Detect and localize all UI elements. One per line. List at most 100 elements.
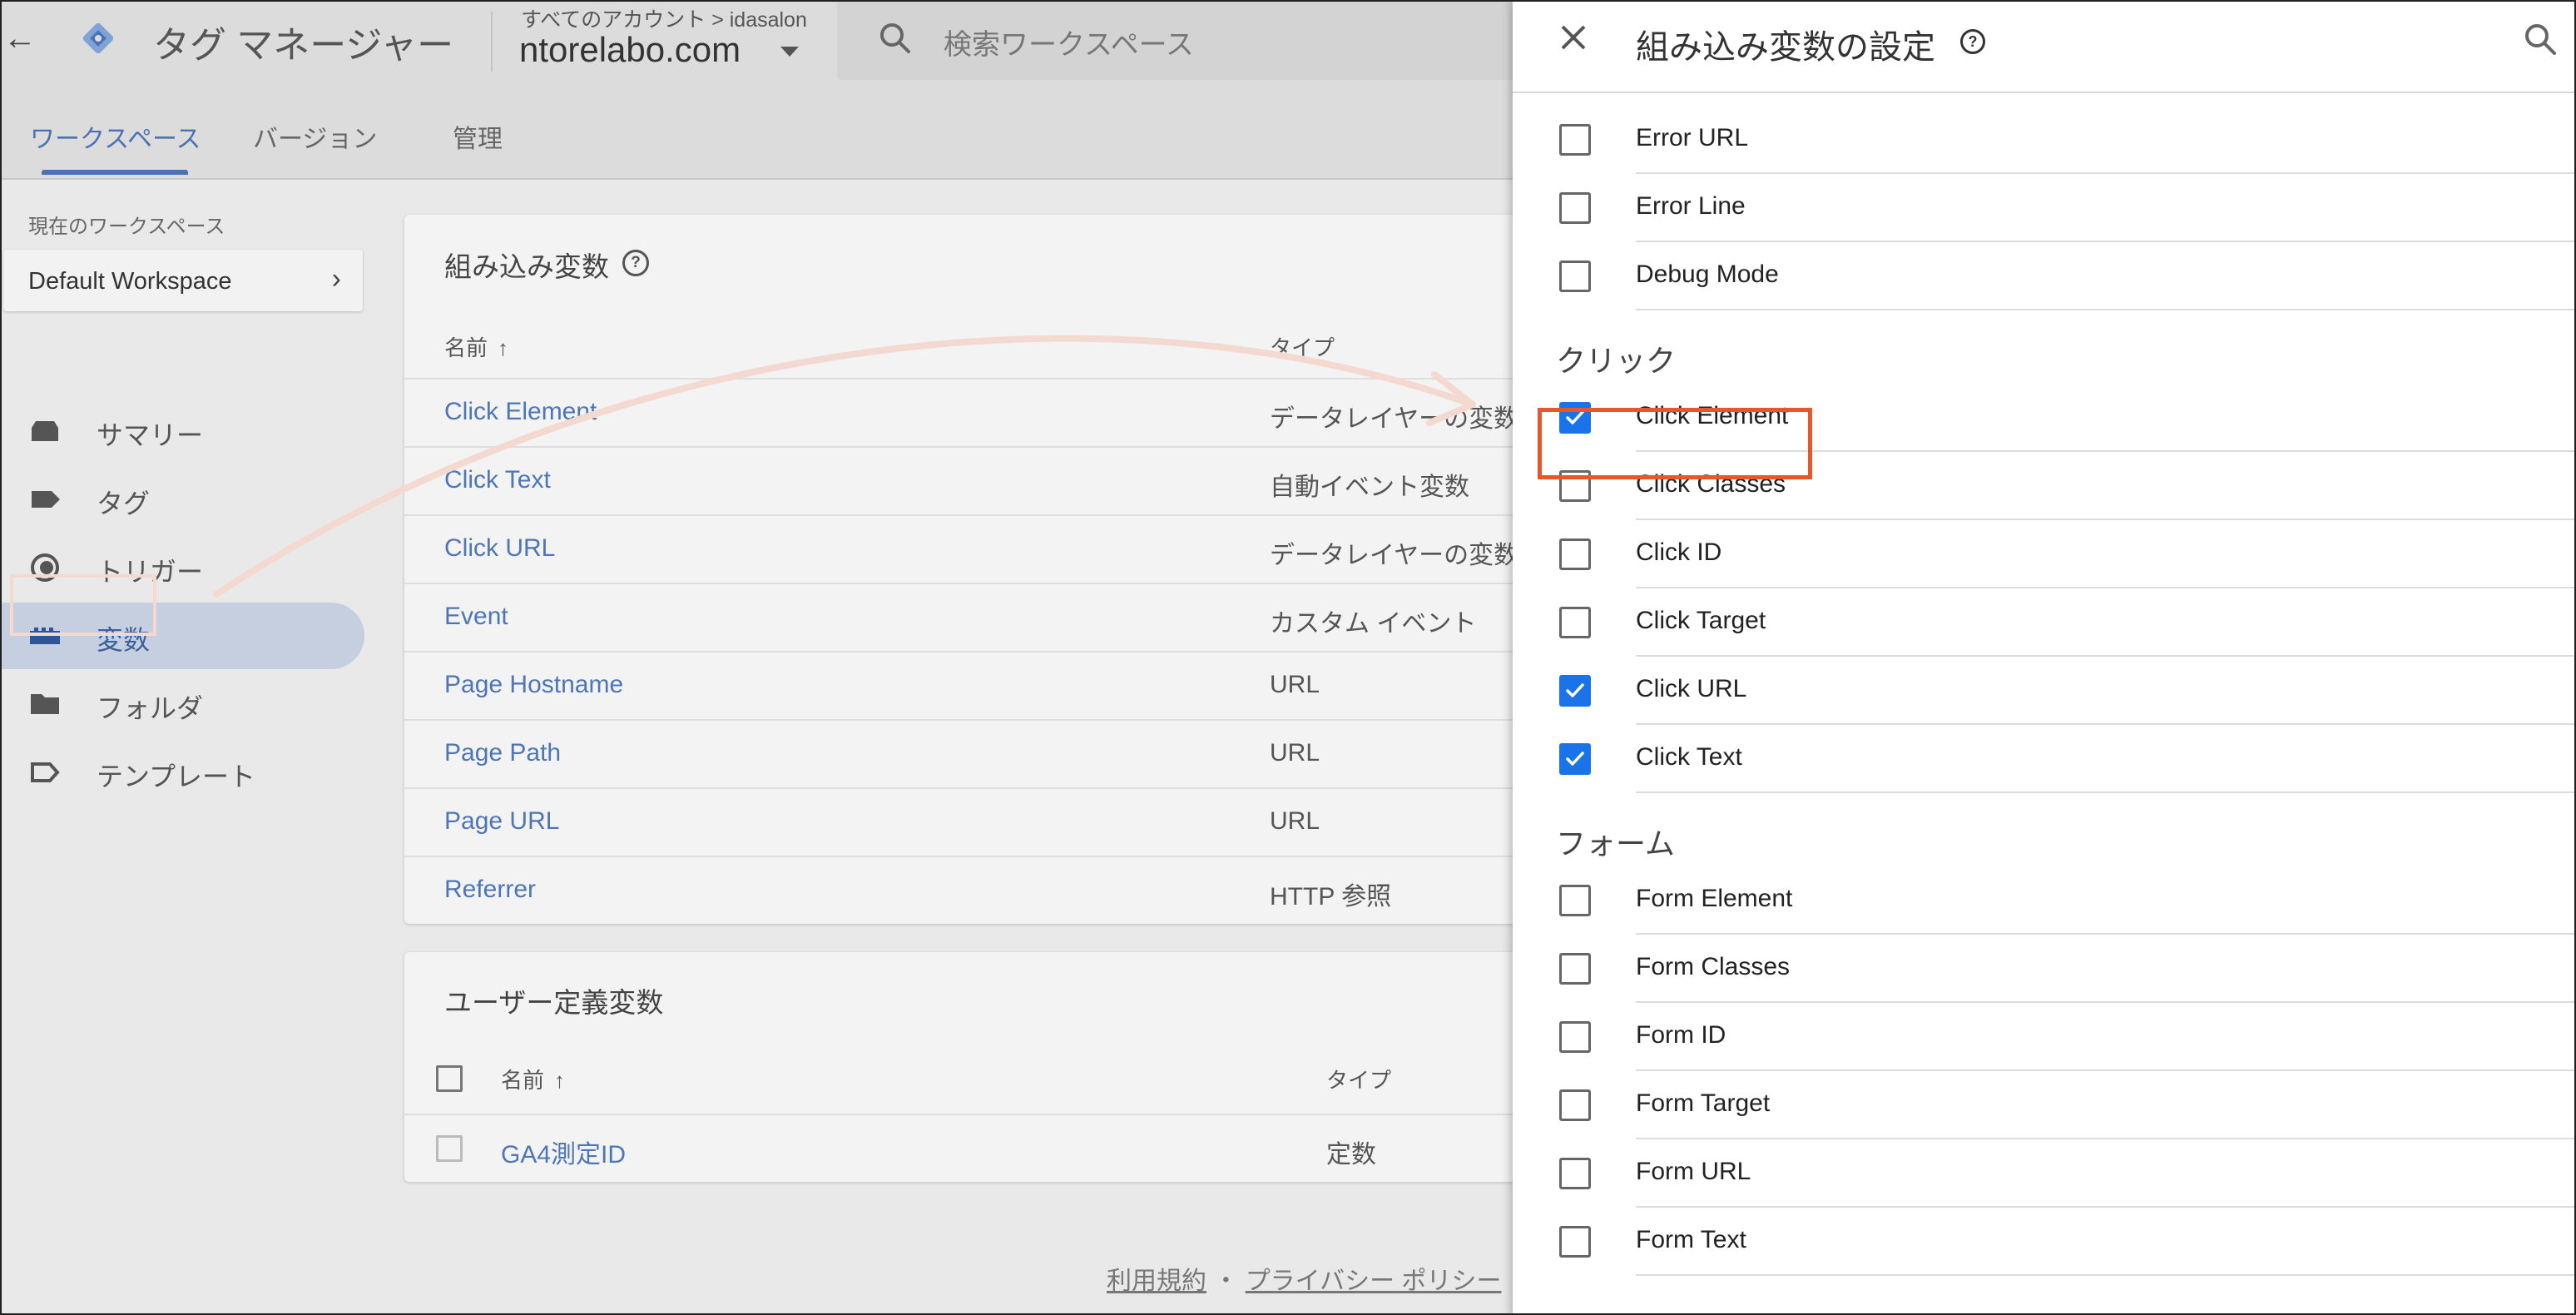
column-header-name-label: 名前: [501, 1068, 545, 1093]
variable-type: データレイヤーの変数: [1270, 542, 1519, 569]
checklist-item-debug-mode[interactable]: Debug Mode: [1513, 242, 2574, 310]
checklist-item-click-text[interactable]: Click Text: [1513, 725, 2574, 793]
tab-workspace[interactable]: ワークスペース: [30, 118, 201, 155]
back-arrow-icon[interactable]: ←: [3, 20, 37, 57]
checkbox[interactable]: [1559, 1089, 1591, 1121]
workspace-selector[interactable]: Default Workspace ›: [3, 250, 363, 311]
sidebar-item-folders[interactable]: フォルダ: [2, 671, 364, 737]
column-header-name[interactable]: 名前 ↑: [444, 331, 508, 362]
checklist-item-click-id[interactable]: Click ID: [1513, 520, 2574, 588]
table-row[interactable]: Click URL データレイヤーの変数: [404, 514, 1569, 584]
checklist-item-form-element[interactable]: Form Element: [1513, 866, 2574, 935]
summary-icon: [32, 421, 58, 441]
checklist-item-click-target[interactable]: Click Target: [1513, 588, 2574, 657]
container-selector[interactable]: ntorelabo.com: [519, 30, 741, 70]
help-icon[interactable]: ?: [1960, 29, 1985, 54]
checkbox[interactable]: [1559, 1021, 1591, 1053]
footer-separator: ・: [1213, 1268, 1239, 1295]
tab-admin[interactable]: 管理: [453, 118, 503, 155]
screenshot-frame: ← タグ マネージャー すべてのアカウント > idasalon ntorela…: [0, 0, 2576, 1315]
checked-checkbox[interactable]: [1559, 743, 1591, 775]
column-header-name[interactable]: 名前 ↑: [501, 1064, 565, 1094]
variable-name-link[interactable]: Click URL: [444, 534, 555, 563]
checklist-item-form-id[interactable]: Form ID: [1513, 1003, 2574, 1071]
close-icon[interactable]: [1556, 20, 1591, 55]
table-row[interactable]: Click Text 自動イベント変数: [404, 446, 1569, 516]
checkbox[interactable]: [1559, 124, 1591, 156]
app-header: ← タグ マネージャー すべてのアカウント > idasalon ntorela…: [2, 2, 1524, 92]
search-icon[interactable]: [2521, 20, 2559, 58]
click-element-annotation-box: [1538, 408, 1812, 479]
variable-type: 自動イベント変数: [1270, 474, 1469, 501]
panel-header: 組み込み変数の設定 ?: [1513, 2, 2574, 93]
variable-type: URL: [1270, 739, 1320, 767]
checked-checkbox[interactable]: [1559, 675, 1591, 707]
checklist-item-form-text[interactable]: Form Text: [1513, 1208, 2574, 1276]
tag-icon: [32, 491, 60, 508]
sidebar: 現在のワークスペース Default Workspace › サマリー タグ ト…: [2, 180, 376, 1313]
select-all-checkbox[interactable]: [436, 1065, 463, 1092]
sidebar-item-label: テンプレート: [97, 762, 256, 791]
checklist-item-label: Form Classes: [1636, 953, 1791, 980]
checklist-item-form-target[interactable]: Form Target: [1513, 1071, 2574, 1139]
checklist-item-error-line[interactable]: Error Line: [1513, 174, 2574, 242]
chevron-right-icon: ›: [331, 263, 341, 295]
terms-link[interactable]: 利用規約: [1107, 1268, 1206, 1295]
sort-arrow-up-icon: ↑: [498, 335, 509, 360]
builtin-variables-config-panel: 組み込み変数の設定 ? Error URL Error Line Debug Mod…: [1513, 2, 2574, 1313]
row-checkbox[interactable]: [436, 1135, 463, 1162]
row-divider: [1636, 1274, 2574, 1276]
checklist-item-label: Form Target: [1636, 1089, 1771, 1117]
checklist-item-error-url[interactable]: Error URL: [1513, 106, 2574, 174]
variables-annotation-box: [10, 574, 156, 636]
builtin-variables-title: 組み込み変数: [444, 251, 609, 282]
checkbox[interactable]: [1559, 953, 1591, 985]
table-row[interactable]: Referrer HTTP 参照: [404, 856, 1569, 924]
variable-type: データレイヤーの変数: [1270, 405, 1519, 433]
checkbox[interactable]: [1559, 1226, 1591, 1258]
table-row[interactable]: GA4測定ID 定数: [404, 1114, 1569, 1182]
gtm-logo-icon: [82, 22, 114, 54]
checkbox[interactable]: [1559, 261, 1591, 292]
help-icon[interactable]: ?: [622, 250, 649, 276]
variable-name-link[interactable]: Page Hostname: [444, 671, 623, 699]
caret-down-icon[interactable]: [780, 47, 799, 57]
row-divider: [1636, 309, 2574, 310]
table-row[interactable]: Click Element データレイヤーの変数: [404, 378, 1569, 448]
privacy-link[interactable]: プライバシー ポリシー: [1246, 1268, 1502, 1295]
variable-name-link[interactable]: Page Path: [444, 739, 561, 767]
search-placeholder: 検索ワークスペース: [944, 29, 1194, 61]
tab-versions[interactable]: バージョン: [253, 118, 377, 155]
variable-name-link[interactable]: Referrer: [444, 876, 536, 904]
checklist-item-form-classes[interactable]: Form Classes: [1513, 935, 2574, 1003]
variable-name-link[interactable]: Click Element: [444, 398, 597, 426]
account-breadcrumb[interactable]: すべてのアカウント > idasalon: [521, 3, 807, 33]
sidebar-item-templates[interactable]: テンプレート: [2, 739, 364, 806]
checkbox[interactable]: [1559, 538, 1591, 570]
sidebar-item-tags[interactable]: タグ: [2, 466, 364, 533]
variable-name-link[interactable]: Page URL: [444, 807, 559, 836]
checkbox[interactable]: [1559, 1158, 1591, 1189]
checklist-item-label: Error URL: [1636, 124, 1749, 151]
table-row[interactable]: Page Path URL: [404, 719, 1569, 789]
checkbox[interactable]: [1559, 192, 1591, 224]
section-title: フォーム: [1556, 826, 1675, 861]
table-row[interactable]: Page Hostname URL: [404, 651, 1569, 721]
table-row[interactable]: Page URL URL: [404, 787, 1569, 857]
variable-name-link[interactable]: GA4測定ID: [501, 1134, 626, 1170]
current-workspace-label: 現在のワークスペース: [28, 216, 225, 238]
checkbox[interactable]: [1559, 885, 1591, 916]
checklist-item-click-url[interactable]: Click URL: [1513, 657, 2574, 725]
checkmark-icon: [1566, 752, 1584, 766]
checkbox[interactable]: [1559, 607, 1591, 638]
column-header-type: タイプ: [1326, 1068, 1392, 1093]
sidebar-item-summary[interactable]: サマリー: [2, 398, 364, 464]
variable-name-link[interactable]: Event: [444, 603, 508, 631]
panel-title: 組み込み変数の設定: [1636, 29, 1935, 66]
checklist-item-label: Click ID: [1636, 538, 1722, 566]
checklist-item-form-url[interactable]: Form URL: [1513, 1139, 2574, 1208]
user-variables-card: ユーザー定義変数 名前 ↑ タイプ GA4測定ID 定数: [404, 952, 1569, 1182]
table-row[interactable]: Event カスタム イベント: [404, 583, 1569, 653]
variable-name-link[interactable]: Click Text: [444, 466, 551, 494]
checklist-item-label: Click URL: [1636, 675, 1747, 702]
